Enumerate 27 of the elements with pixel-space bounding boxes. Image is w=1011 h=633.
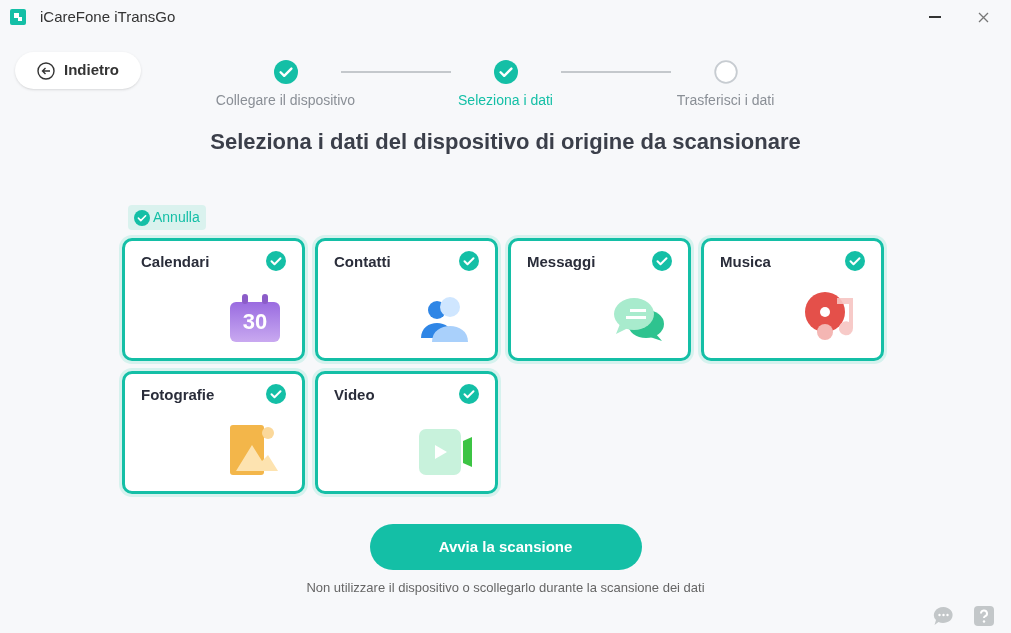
page-heading: Seleziona i dati del dispositivo di origine da scansionare [209,128,802,156]
app-logo-icon [10,9,26,25]
warning-note: Non utilizzare il dispositivo o scollegarlo durante la scansione dei dati [306,579,705,597]
category-label: Calendari [141,252,210,272]
category-card[interactable]: Fotografie [122,371,305,494]
step-label: Seleziona i dati [458,91,553,110]
back-button[interactable]: Indietro [15,52,141,89]
category-card[interactable]: Calendari 30 [122,238,305,361]
help-icon[interactable] [974,605,994,626]
category-label: Musica [720,252,771,272]
category-label: Fotografie [141,385,215,405]
chat-icon[interactable] [933,605,954,626]
category-card[interactable]: Musica [701,238,884,361]
category-label: Video [334,385,375,405]
category-card[interactable]: Video [315,371,498,494]
category-label: Contatti [334,252,391,272]
step-label: Collegare il dispositivo [215,91,356,110]
category-card[interactable]: Messaggi [508,238,691,361]
step-label: Trasferisci i dati [676,91,775,110]
category-label: Messaggi [527,252,596,272]
minimize-icon [929,16,941,18]
window-title: iCareFone iTransGo [40,6,176,27]
close-icon [977,11,989,23]
category-card[interactable]: Contatti [315,238,498,361]
video-camera-icon [419,429,473,475]
chat-bubbles-icon [612,296,666,342]
image-icon [230,425,280,475]
